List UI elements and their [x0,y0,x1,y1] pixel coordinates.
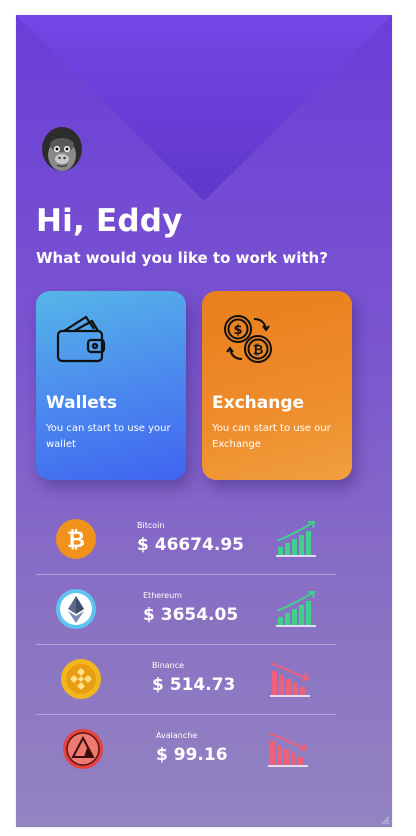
svg-text:₿: ₿ [253,343,264,358]
wallet-icon [56,315,106,363]
trend-up-icon [276,521,316,557]
trend-down-icon [268,732,308,767]
trend-down-icon [270,662,310,697]
coin-row-bitcoin[interactable]: ₿ Bitcoin $ 46674.95 [36,505,336,575]
binance-icon [61,659,101,699]
coin-row-ethereum[interactable]: Ethereum $ 3654.05 [36,575,336,645]
coin-row-avalanche[interactable]: Avalanche $ 99.16 [36,715,336,785]
svg-text:₿: ₿ [67,528,85,553]
prompt-question: What would you like to work with? [36,249,328,267]
wallets-card-title: Wallets [46,393,118,413]
avalanche-icon [63,729,103,769]
coin-price: $ 514.73 [152,675,236,695]
gorilla-avatar[interactable] [40,125,84,177]
coin-name: Avalanche [156,731,198,740]
coin-price: $ 99.16 [156,745,228,765]
coin-price: $ 3654.05 [143,605,239,625]
greeting-title: Hi, Eddy [36,203,183,239]
coin-name: Binance [152,661,185,670]
exchange-card-description: You can start to use our Exchange [212,423,331,450]
exchange-card[interactable]: $ ₿ Exchange You can start to use our Ex… [202,291,352,480]
trend-up-icon [276,591,316,627]
wallets-card-description: You can start to use your wallet [46,423,171,450]
coin-price: $ 46674.95 [137,535,245,555]
exchange-card-title: Exchange [212,393,305,413]
exchange-coins-icon: $ ₿ [224,315,272,363]
ethereum-icon [56,589,96,629]
svg-text:$: $ [233,323,242,338]
app-screen: Hi, Eddy What would you like to work wit… [16,15,392,827]
wallets-card[interactable]: Wallets You can start to use your wallet [36,291,186,480]
coin-name: Bitcoin [137,521,165,530]
bitcoin-icon: ₿ [56,519,96,559]
resize-grip-icon[interactable] [380,815,390,825]
coin-row-binance[interactable]: Binance $ 514.73 [36,645,336,715]
coin-name: Ethereum [143,591,183,600]
